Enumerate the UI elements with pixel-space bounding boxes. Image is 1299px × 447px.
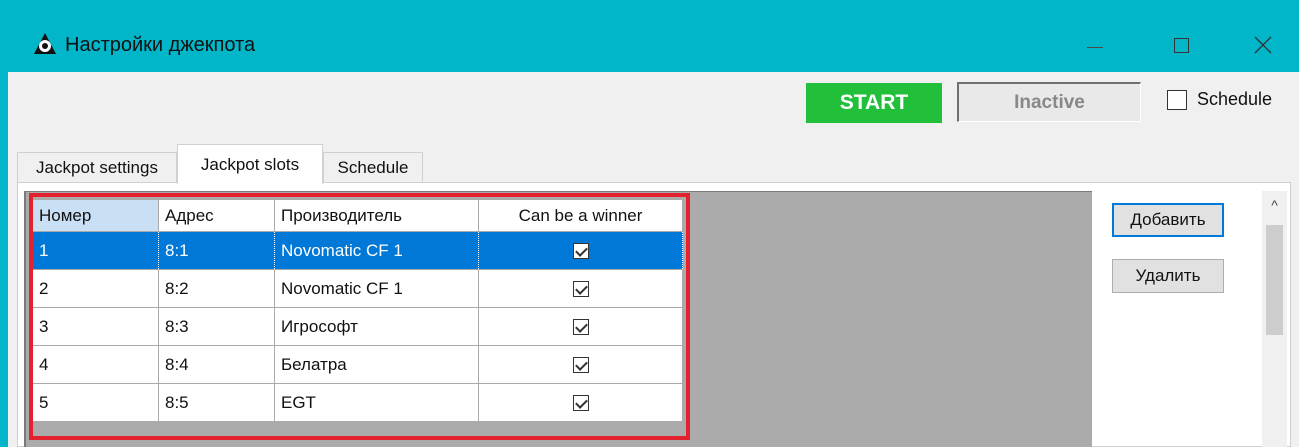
column-header-manufacturer[interactable]: Производитель: [274, 199, 479, 232]
cell-can-be-winner[interactable]: [478, 307, 683, 346]
grid-header-row: Номер Адрес Производитель Can be a winne…: [32, 199, 683, 232]
winner-checkbox[interactable]: [572, 395, 589, 412]
cell-number[interactable]: 5: [32, 383, 159, 422]
table-row[interactable]: 4 8:4 Белатра: [32, 345, 683, 384]
cell-manufacturer[interactable]: Novomatic CF 1: [274, 231, 479, 270]
cell-can-be-winner[interactable]: [478, 269, 683, 308]
cell-can-be-winner[interactable]: [478, 231, 683, 270]
cell-address[interactable]: 8:5: [158, 383, 275, 422]
slots-grid: Номер Адрес Производитель Can be a winne…: [32, 199, 683, 422]
start-button[interactable]: START: [806, 83, 942, 123]
app-icon: [34, 33, 56, 54]
cell-address[interactable]: 8:1: [158, 231, 275, 270]
cell-manufacturer[interactable]: Игрософт: [274, 307, 479, 346]
winner-checkbox[interactable]: [572, 243, 589, 260]
tab-jackpot-settings[interactable]: Jackpot settings: [17, 152, 177, 182]
tab-jackpot-slots[interactable]: Jackpot slots: [177, 144, 323, 184]
cell-can-be-winner[interactable]: [478, 383, 683, 422]
checkbox-box[interactable]: [1167, 89, 1187, 110]
column-header-address[interactable]: Адрес: [158, 199, 275, 232]
cell-address[interactable]: 8:2: [158, 269, 275, 308]
column-header-can-be-winner[interactable]: Can be a winner: [478, 199, 683, 232]
table-row[interactable]: 1 8:1 Novomatic CF 1: [32, 231, 683, 270]
add-button[interactable]: Добавить: [1112, 203, 1224, 237]
chevron-up-icon[interactable]: ^: [1262, 197, 1287, 217]
close-button[interactable]: [1228, 22, 1298, 68]
window-title: Настройки джекпота: [65, 34, 256, 56]
winner-checkbox[interactable]: [572, 319, 589, 336]
maximize-button[interactable]: [1146, 22, 1216, 68]
winner-checkbox[interactable]: [572, 281, 589, 298]
table-row[interactable]: 5 8:5 EGT: [32, 383, 683, 422]
title-bar[interactable]: Настройки джекпота: [8, 2, 1299, 72]
table-row[interactable]: 3 8:3 Игрософт: [32, 307, 683, 346]
cell-number[interactable]: 3: [32, 307, 159, 346]
schedule-checkbox-label: Schedule: [1197, 89, 1273, 109]
tab-schedule[interactable]: Schedule: [323, 152, 423, 182]
column-header-number[interactable]: Номер: [32, 199, 159, 232]
status-field: Inactive: [957, 82, 1141, 122]
minimize-button[interactable]: [1060, 22, 1130, 68]
close-icon: [1254, 36, 1272, 54]
cell-manufacturer[interactable]: Белатра: [274, 345, 479, 384]
scrollbar-thumb[interactable]: [1266, 225, 1283, 335]
cell-number[interactable]: 1: [32, 231, 159, 270]
winner-checkbox[interactable]: [572, 357, 589, 374]
cell-manufacturer[interactable]: EGT: [274, 383, 479, 422]
maximize-icon: [1173, 37, 1189, 53]
schedule-checkbox[interactable]: Schedule: [1167, 89, 1272, 110]
cell-number[interactable]: 2: [32, 269, 159, 308]
cell-can-be-winner[interactable]: [478, 345, 683, 384]
table-row[interactable]: 2 8:2 Novomatic CF 1: [32, 269, 683, 308]
cell-number[interactable]: 4: [32, 345, 159, 384]
delete-button[interactable]: Удалить: [1112, 259, 1224, 293]
cell-manufacturer[interactable]: Novomatic CF 1: [274, 269, 479, 308]
cell-address[interactable]: 8:3: [158, 307, 275, 346]
vertical-scrollbar[interactable]: ^: [1262, 191, 1287, 447]
minimize-icon: [1087, 46, 1103, 48]
cell-address[interactable]: 8:4: [158, 345, 275, 384]
